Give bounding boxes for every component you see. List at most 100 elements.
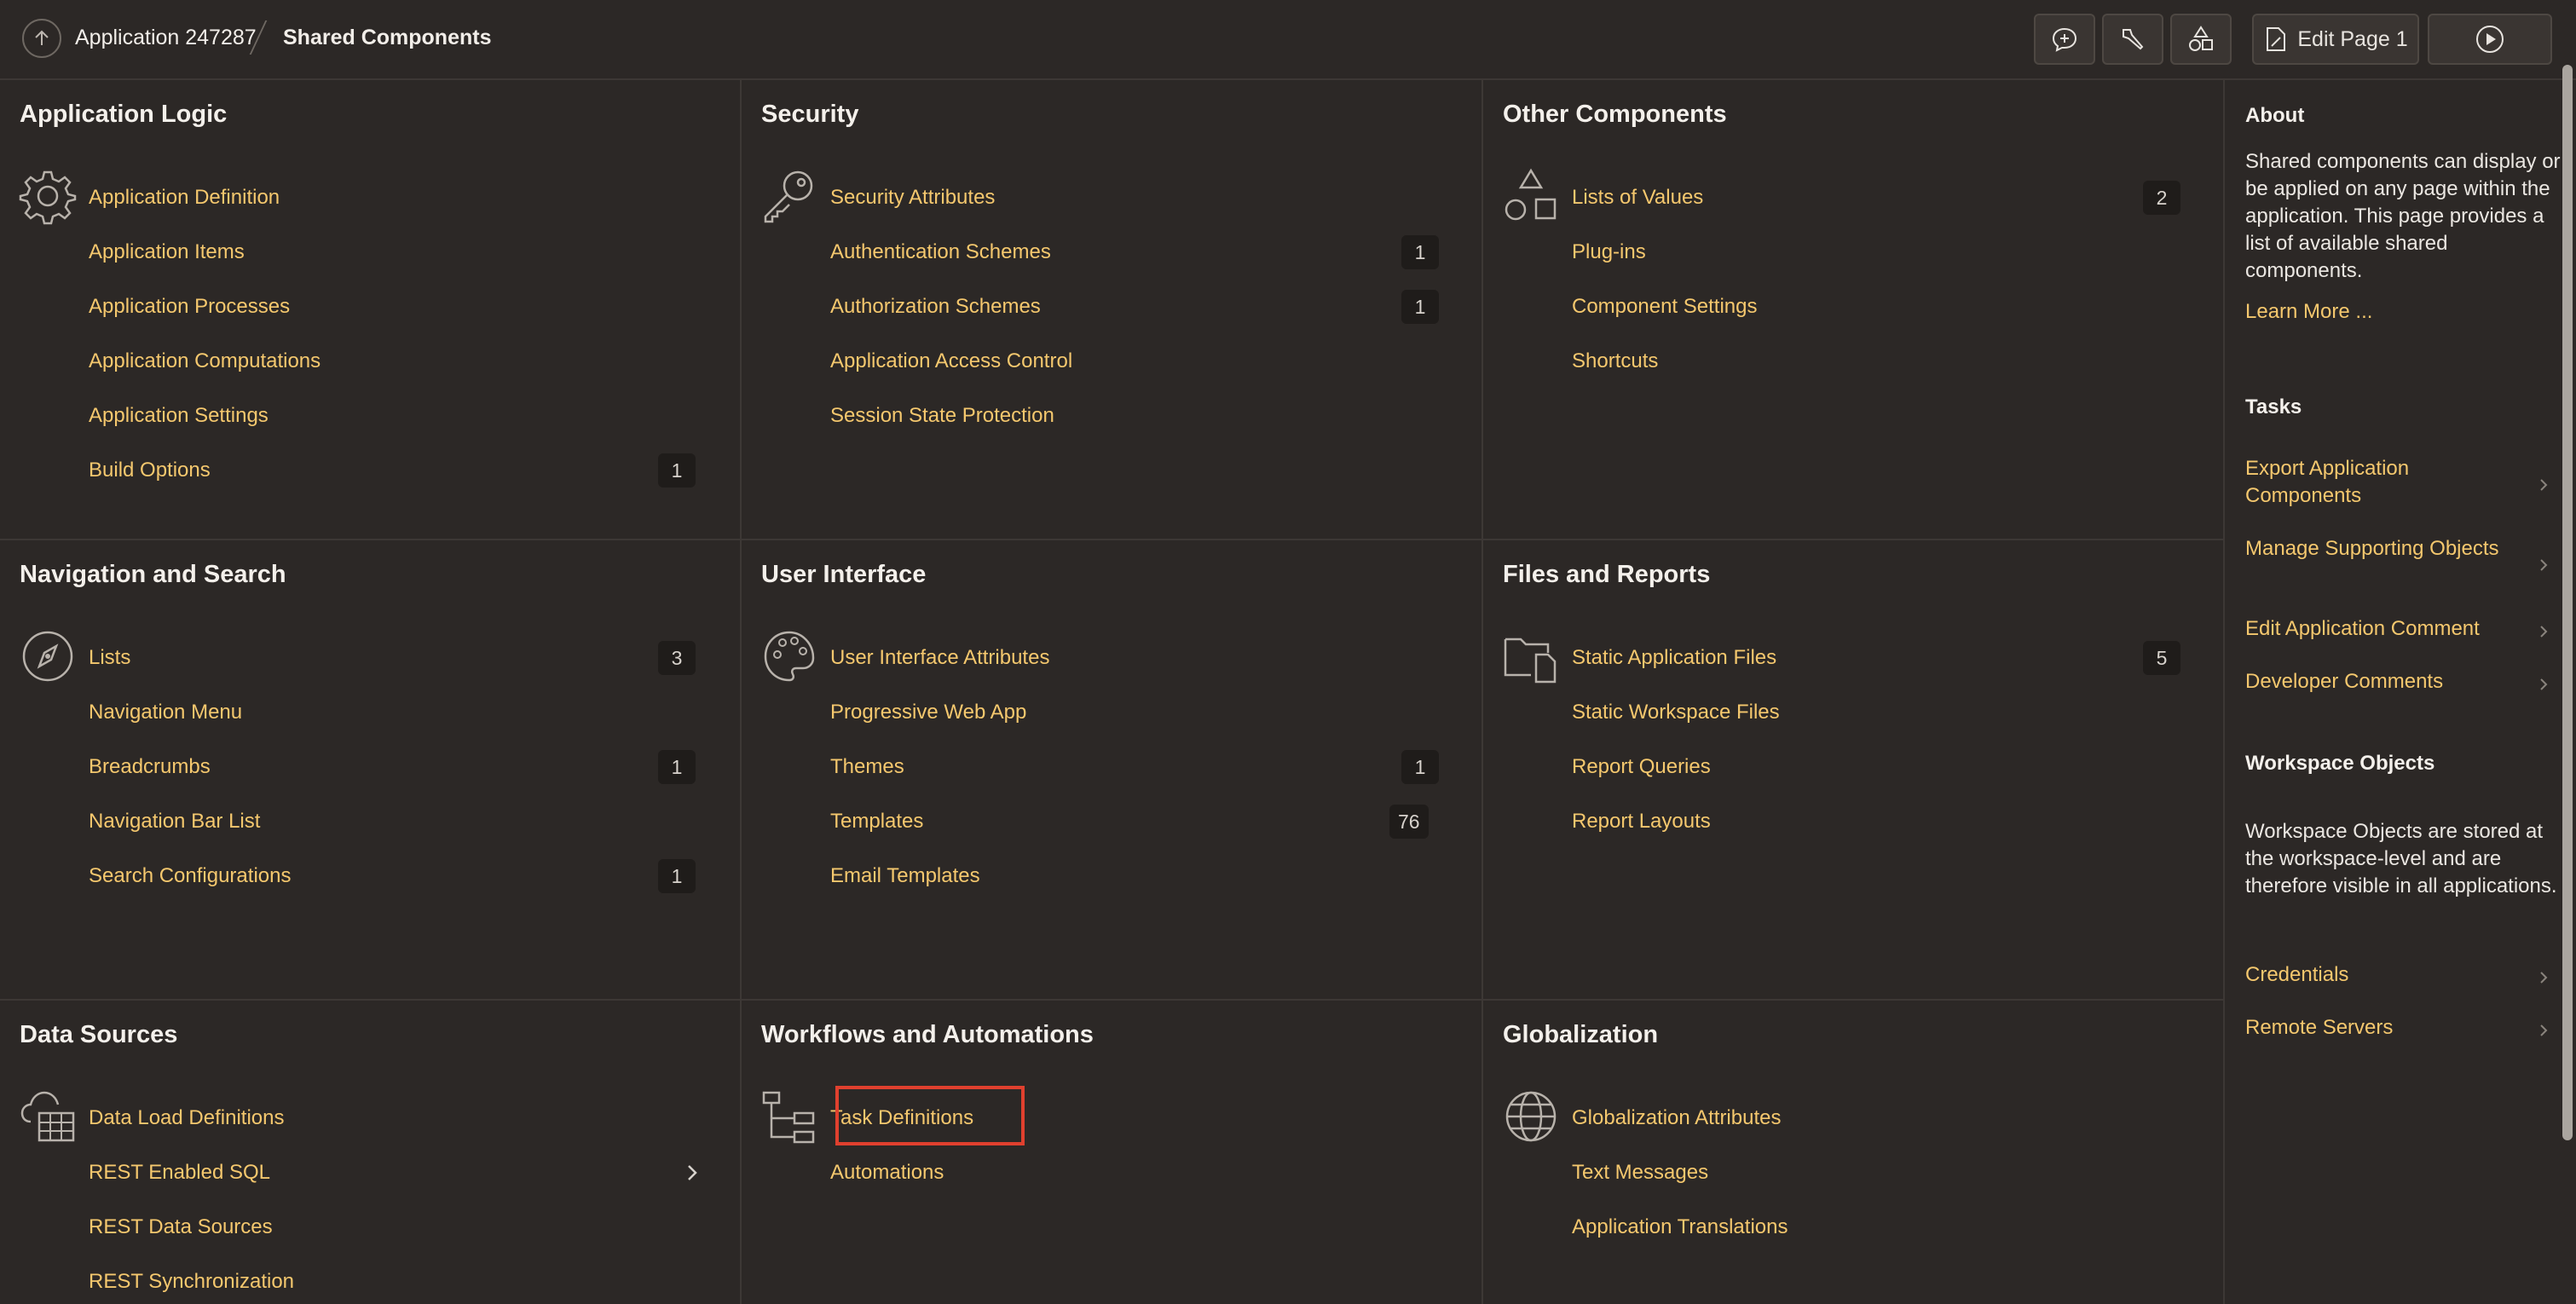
section-globalization: Globalization Globalization Attributes T… bbox=[1483, 1001, 2225, 1304]
section-title: Globalization bbox=[1503, 1021, 1659, 1048]
run-page-button[interactable] bbox=[2428, 14, 2552, 65]
link-application-translations[interactable]: Application Translations bbox=[1572, 1210, 1788, 1244]
link-navigation-bar-list[interactable]: Navigation Bar List bbox=[89, 805, 260, 839]
link-application-processes[interactable]: Application Processes bbox=[89, 290, 290, 324]
section-title: Application Logic bbox=[20, 101, 228, 128]
link-static-workspace-files[interactable]: Static Workspace Files bbox=[1572, 695, 1780, 730]
link-plug-ins[interactable]: Plug-ins bbox=[1572, 235, 1646, 269]
section-navigation-search: Navigation and Search Lists 3 Navigation… bbox=[0, 540, 742, 1001]
link-authorization-schemes[interactable]: Authorization Schemes bbox=[830, 290, 1041, 324]
chevron-right-icon[interactable] bbox=[2536, 477, 2551, 493]
link-search-configurations[interactable]: Search Configurations bbox=[89, 859, 291, 893]
link-report-queries[interactable]: Report Queries bbox=[1572, 750, 1711, 784]
count-badge: 5 bbox=[2143, 641, 2180, 675]
link-navigation-menu[interactable]: Navigation Menu bbox=[89, 695, 242, 730]
link-security-attributes[interactable]: Security Attributes bbox=[830, 181, 995, 215]
section-title: User Interface bbox=[761, 561, 927, 588]
section-data-sources: Data Sources Data Load Definitions REST … bbox=[0, 1001, 742, 1304]
link-themes[interactable]: Themes bbox=[830, 750, 904, 784]
section-title: Navigation and Search bbox=[20, 561, 286, 588]
task-export-application-components[interactable]: Export Application Components bbox=[2245, 455, 2527, 510]
chevron-right-icon[interactable] bbox=[675, 1156, 709, 1190]
shapes-icon bbox=[1505, 168, 1557, 221]
about-heading: About bbox=[2245, 104, 2305, 127]
section-other-components: Other Components Lists of Values 2 Plug-… bbox=[1483, 80, 2225, 540]
utilities-button[interactable] bbox=[2102, 14, 2163, 65]
link-remote-servers[interactable]: Remote Servers bbox=[2245, 1014, 2527, 1041]
navigate-up-button[interactable] bbox=[22, 19, 61, 58]
section-security: Security Security Attributes Authenticat… bbox=[742, 80, 1483, 540]
breadcrumb-application[interactable]: Application 247287 bbox=[75, 26, 257, 50]
cloud-table-icon bbox=[20, 1091, 75, 1142]
palette-icon bbox=[764, 631, 815, 682]
chevron-right-icon[interactable] bbox=[2536, 970, 2551, 985]
play-circle-icon bbox=[2476, 26, 2504, 53]
link-authentication-schemes[interactable]: Authentication Schemes bbox=[830, 235, 1051, 269]
link-application-definition[interactable]: Application Definition bbox=[89, 181, 280, 215]
link-text-messages[interactable]: Text Messages bbox=[1572, 1156, 1708, 1190]
right-sidebar: About Shared components can display or b… bbox=[2225, 80, 2576, 1304]
link-application-computations[interactable]: Application Computations bbox=[89, 344, 321, 378]
link-session-state-protection[interactable]: Session State Protection bbox=[830, 399, 1054, 433]
section-title: Files and Reports bbox=[1503, 561, 1711, 588]
link-email-templates[interactable]: Email Templates bbox=[830, 859, 980, 893]
link-credentials[interactable]: Credentials bbox=[2245, 961, 2527, 989]
learn-more-link[interactable]: Learn More ... bbox=[2245, 298, 2527, 326]
section-user-interface: User Interface User Interface Attributes… bbox=[742, 540, 1483, 1001]
link-application-items[interactable]: Application Items bbox=[89, 235, 245, 269]
link-build-options[interactable]: Build Options bbox=[89, 453, 211, 488]
chevron-right-icon[interactable] bbox=[2536, 677, 2551, 692]
count-badge: 1 bbox=[1401, 235, 1439, 269]
count-badge: 1 bbox=[1401, 750, 1439, 784]
link-rest-enabled-sql[interactable]: REST Enabled SQL bbox=[89, 1156, 270, 1190]
link-automations[interactable]: Automations bbox=[830, 1156, 944, 1190]
chevron-right-icon[interactable] bbox=[2536, 624, 2551, 639]
count-badge: 1 bbox=[658, 453, 696, 488]
link-breadcrumbs[interactable]: Breadcrumbs bbox=[89, 750, 211, 784]
globe-icon bbox=[1505, 1091, 1557, 1142]
page-edit-icon bbox=[2267, 27, 2286, 51]
link-globalization-attributes[interactable]: Globalization Attributes bbox=[1572, 1101, 1781, 1135]
link-rest-synchronization[interactable]: REST Synchronization bbox=[89, 1265, 294, 1299]
section-workflows-automations: Workflows and Automations Task Definitio… bbox=[742, 1001, 1483, 1304]
comment-add-icon bbox=[2052, 27, 2077, 52]
arrow-up-icon bbox=[35, 30, 49, 45]
breadcrumb-current: Shared Components bbox=[283, 26, 492, 49]
shapes-icon bbox=[2189, 26, 2213, 51]
link-data-load-definitions[interactable]: Data Load Definitions bbox=[89, 1101, 284, 1135]
link-application-settings[interactable]: Application Settings bbox=[89, 399, 269, 433]
link-lists[interactable]: Lists bbox=[89, 641, 130, 675]
section-application-logic: Application Logic Application Definition… bbox=[0, 80, 742, 540]
link-shortcuts[interactable]: Shortcuts bbox=[1572, 344, 1658, 378]
wrench-icon bbox=[2123, 29, 2144, 50]
link-lists-of-values[interactable]: Lists of Values bbox=[1572, 181, 1703, 215]
edit-page-button[interactable]: Edit Page 1 bbox=[2252, 14, 2419, 65]
count-badge: 3 bbox=[658, 641, 696, 675]
section-title: Workflows and Automations bbox=[761, 1021, 1094, 1048]
task-edit-application-comment[interactable]: Edit Application Comment bbox=[2245, 615, 2527, 643]
task-developer-comments[interactable]: Developer Comments bbox=[2245, 668, 2527, 695]
top-bar: Application 247287 Shared Components Edi… bbox=[0, 0, 2576, 80]
workspace-objects-heading: Workspace Objects bbox=[2245, 752, 2435, 775]
link-component-settings[interactable]: Component Settings bbox=[1572, 290, 1757, 324]
link-templates[interactable]: Templates bbox=[830, 805, 923, 839]
link-report-layouts[interactable]: Report Layouts bbox=[1572, 805, 1711, 839]
comments-button[interactable] bbox=[2034, 14, 2095, 65]
folder-file-icon bbox=[1504, 638, 1557, 684]
task-manage-supporting-objects[interactable]: Manage Supporting Objects bbox=[2245, 535, 2527, 563]
link-rest-data-sources[interactable]: REST Data Sources bbox=[89, 1210, 273, 1244]
link-application-access-control[interactable]: Application Access Control bbox=[830, 344, 1072, 378]
section-files-reports: Files and Reports Static Application Fil… bbox=[1483, 540, 2225, 1001]
chevron-right-icon[interactable] bbox=[2536, 1023, 2551, 1038]
shared-components-button[interactable] bbox=[2170, 14, 2232, 65]
count-badge: 76 bbox=[1389, 805, 1429, 839]
chevron-right-icon[interactable] bbox=[2536, 557, 2551, 573]
link-progressive-web-app[interactable]: Progressive Web App bbox=[830, 695, 1026, 730]
count-badge: 1 bbox=[1401, 290, 1439, 324]
link-user-interface-attributes[interactable]: User Interface Attributes bbox=[830, 641, 1049, 675]
edit-page-label: Edit Page 1 bbox=[2297, 26, 2408, 51]
link-static-application-files[interactable]: Static Application Files bbox=[1572, 641, 1776, 675]
workflow-tree-icon bbox=[762, 1091, 815, 1144]
scrollbar[interactable] bbox=[2562, 65, 2573, 1140]
section-title: Other Components bbox=[1503, 101, 1727, 128]
